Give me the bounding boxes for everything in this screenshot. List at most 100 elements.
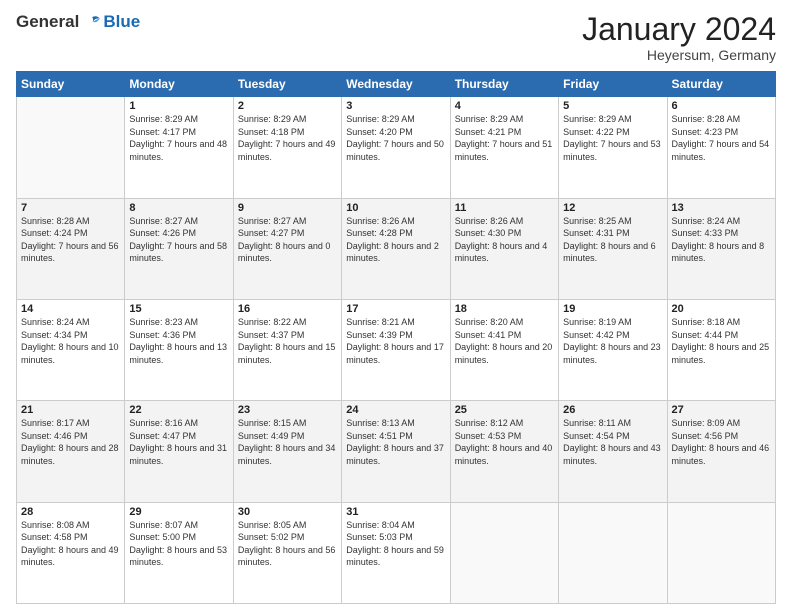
day-info: Sunrise: 8:13 AMSunset: 4:51 PMDaylight:… bbox=[346, 418, 444, 466]
table-row: 24 Sunrise: 8:13 AMSunset: 4:51 PMDayligh… bbox=[342, 401, 450, 502]
table-row: 31 Sunrise: 8:04 AMSunset: 5:03 PMDayligh… bbox=[342, 502, 450, 603]
day-number: 20 bbox=[672, 303, 771, 315]
table-row: 2 Sunrise: 8:29 AMSunset: 4:18 PMDaylight… bbox=[233, 97, 341, 198]
day-info: Sunrise: 8:18 AMSunset: 4:44 PMDaylight:… bbox=[672, 317, 770, 365]
day-number: 3 bbox=[346, 100, 445, 112]
day-info: Sunrise: 8:24 AMSunset: 4:33 PMDaylight:… bbox=[672, 216, 765, 264]
calendar-week-row: 21Sunrise: 8:17 AMSunset: 4:46 PMDayligh… bbox=[17, 401, 776, 502]
day-info: Sunrise: 8:05 AMSunset: 5:02 PMDaylight:… bbox=[238, 520, 336, 568]
table-row bbox=[17, 97, 125, 198]
day-info: Sunrise: 8:04 AMSunset: 5:03 PMDaylight:… bbox=[346, 520, 444, 568]
table-row bbox=[559, 502, 667, 603]
table-row: 27 Sunrise: 8:09 AMSunset: 4:56 PMDayligh… bbox=[667, 401, 775, 502]
day-number: 23 bbox=[238, 404, 337, 416]
header: General Blue January 2024 Heyersum, Germ… bbox=[16, 12, 776, 63]
logo: General Blue bbox=[16, 12, 140, 32]
logo-bird-icon bbox=[83, 13, 101, 31]
table-row: 4Sunrise: 8:29 AMSunset: 4:21 PMDaylight… bbox=[450, 97, 558, 198]
location: Heyersum, Germany bbox=[582, 47, 776, 63]
table-row bbox=[667, 502, 775, 603]
table-row: 25 Sunrise: 8:12 AMSunset: 4:53 PMDayligh… bbox=[450, 401, 558, 502]
day-number: 7 bbox=[21, 202, 120, 214]
table-row: 10 Sunrise: 8:26 AMSunset: 4:28 PMDayligh… bbox=[342, 198, 450, 299]
calendar-table: Sunday Monday Tuesday Wednesday Thursday… bbox=[16, 71, 776, 604]
day-number: 2 bbox=[238, 100, 337, 112]
day-number: 28 bbox=[21, 506, 120, 518]
day-info: Sunrise: 8:09 AMSunset: 4:56 PMDaylight:… bbox=[672, 418, 770, 466]
day-number: 10 bbox=[346, 202, 445, 214]
day-number: 9 bbox=[238, 202, 337, 214]
calendar-header-row: Sunday Monday Tuesday Wednesday Thursday… bbox=[17, 72, 776, 97]
table-row: 16 Sunrise: 8:22 AMSunset: 4:37 PMDayligh… bbox=[233, 299, 341, 400]
day-number: 19 bbox=[563, 303, 662, 315]
day-info: Sunrise: 8:26 AMSunset: 4:30 PMDaylight:… bbox=[455, 216, 548, 264]
table-row: 8 Sunrise: 8:27 AMSunset: 4:26 PMDaylight… bbox=[125, 198, 233, 299]
day-number: 25 bbox=[455, 404, 554, 416]
calendar-week-row: 1 Sunrise: 8:29 AMSunset: 4:17 PMDaylight… bbox=[17, 97, 776, 198]
table-row: 5 Sunrise: 8:29 AMSunset: 4:22 PMDaylight… bbox=[559, 97, 667, 198]
page: General Blue January 2024 Heyersum, Germ… bbox=[0, 0, 792, 612]
day-number: 1 bbox=[129, 100, 228, 112]
table-row: 19 Sunrise: 8:19 AMSunset: 4:42 PMDayligh… bbox=[559, 299, 667, 400]
col-monday: Monday bbox=[125, 72, 233, 97]
day-number: 21 bbox=[21, 404, 120, 416]
table-row: 20 Sunrise: 8:18 AMSunset: 4:44 PMDayligh… bbox=[667, 299, 775, 400]
day-number: 5 bbox=[563, 100, 662, 112]
day-info: Sunrise: 8:27 AMSunset: 4:27 PMDaylight:… bbox=[238, 216, 331, 264]
day-number: 26 bbox=[563, 404, 662, 416]
day-number: 22 bbox=[129, 404, 228, 416]
table-row: 15 Sunrise: 8:23 AMSunset: 4:36 PMDayligh… bbox=[125, 299, 233, 400]
table-row: 13 Sunrise: 8:24 AMSunset: 4:33 PMDayligh… bbox=[667, 198, 775, 299]
table-row: 30Sunrise: 8:05 AMSunset: 5:02 PMDayligh… bbox=[233, 502, 341, 603]
table-row: 23 Sunrise: 8:15 AMSunset: 4:49 PMDayligh… bbox=[233, 401, 341, 502]
table-row: 3 Sunrise: 8:29 AMSunset: 4:20 PMDaylight… bbox=[342, 97, 450, 198]
table-row: 6Sunrise: 8:28 AMSunset: 4:23 PMDaylight… bbox=[667, 97, 775, 198]
day-number: 14 bbox=[21, 303, 120, 315]
day-info: Sunrise: 8:22 AMSunset: 4:37 PMDaylight:… bbox=[238, 317, 336, 365]
day-number: 16 bbox=[238, 303, 337, 315]
day-number: 24 bbox=[346, 404, 445, 416]
table-row: 28 Sunrise: 8:08 AMSunset: 4:58 PMDayligh… bbox=[17, 502, 125, 603]
table-row: 26 Sunrise: 8:11 AMSunset: 4:54 PMDayligh… bbox=[559, 401, 667, 502]
day-info: Sunrise: 8:21 AMSunset: 4:39 PMDaylight:… bbox=[346, 317, 444, 365]
table-row: 1 Sunrise: 8:29 AMSunset: 4:17 PMDaylight… bbox=[125, 97, 233, 198]
day-number: 15 bbox=[129, 303, 228, 315]
month-title: January 2024 bbox=[582, 12, 776, 47]
logo-general: General bbox=[16, 12, 79, 32]
day-info: Sunrise: 8:12 AMSunset: 4:53 PMDaylight:… bbox=[455, 418, 553, 466]
day-info: Sunrise: 8:19 AMSunset: 4:42 PMDaylight:… bbox=[563, 317, 661, 365]
day-info: Sunrise: 8:28 AMSunset: 4:24 PMDaylight:… bbox=[21, 216, 119, 264]
table-row: 22Sunrise: 8:16 AMSunset: 4:47 PMDayligh… bbox=[125, 401, 233, 502]
col-tuesday: Tuesday bbox=[233, 72, 341, 97]
col-friday: Friday bbox=[559, 72, 667, 97]
day-info: Sunrise: 8:27 AMSunset: 4:26 PMDaylight:… bbox=[129, 216, 227, 264]
calendar-week-row: 28 Sunrise: 8:08 AMSunset: 4:58 PMDayligh… bbox=[17, 502, 776, 603]
table-row: 9 Sunrise: 8:27 AMSunset: 4:27 PMDaylight… bbox=[233, 198, 341, 299]
day-info: Sunrise: 8:15 AMSunset: 4:49 PMDaylight:… bbox=[238, 418, 336, 466]
day-info: Sunrise: 8:11 AMSunset: 4:54 PMDaylight:… bbox=[563, 418, 661, 466]
day-info: Sunrise: 8:23 AMSunset: 4:36 PMDaylight:… bbox=[129, 317, 227, 365]
day-number: 17 bbox=[346, 303, 445, 315]
day-number: 8 bbox=[129, 202, 228, 214]
day-info: Sunrise: 8:07 AMSunset: 5:00 PMDaylight:… bbox=[129, 520, 227, 568]
table-row: 14Sunrise: 8:24 AMSunset: 4:34 PMDayligh… bbox=[17, 299, 125, 400]
day-number: 13 bbox=[672, 202, 771, 214]
table-row: 7 Sunrise: 8:28 AMSunset: 4:24 PMDaylight… bbox=[17, 198, 125, 299]
day-info: Sunrise: 8:29 AMSunset: 4:22 PMDaylight:… bbox=[563, 114, 661, 162]
col-sunday: Sunday bbox=[17, 72, 125, 97]
day-number: 29 bbox=[129, 506, 228, 518]
day-info: Sunrise: 8:08 AMSunset: 4:58 PMDaylight:… bbox=[21, 520, 119, 568]
day-number: 6 bbox=[672, 100, 771, 112]
table-row: 29 Sunrise: 8:07 AMSunset: 5:00 PMDayligh… bbox=[125, 502, 233, 603]
calendar-week-row: 7 Sunrise: 8:28 AMSunset: 4:24 PMDaylight… bbox=[17, 198, 776, 299]
col-thursday: Thursday bbox=[450, 72, 558, 97]
day-number: 31 bbox=[346, 506, 445, 518]
day-info: Sunrise: 8:26 AMSunset: 4:28 PMDaylight:… bbox=[346, 216, 439, 264]
day-info: Sunrise: 8:29 AMSunset: 4:20 PMDaylight:… bbox=[346, 114, 444, 162]
day-number: 27 bbox=[672, 404, 771, 416]
day-info: Sunrise: 8:29 AMSunset: 4:17 PMDaylight:… bbox=[129, 114, 227, 162]
table-row bbox=[450, 502, 558, 603]
day-number: 18 bbox=[455, 303, 554, 315]
day-info: Sunrise: 8:29 AMSunset: 4:18 PMDaylight:… bbox=[238, 114, 336, 162]
table-row: 17 Sunrise: 8:21 AMSunset: 4:39 PMDayligh… bbox=[342, 299, 450, 400]
